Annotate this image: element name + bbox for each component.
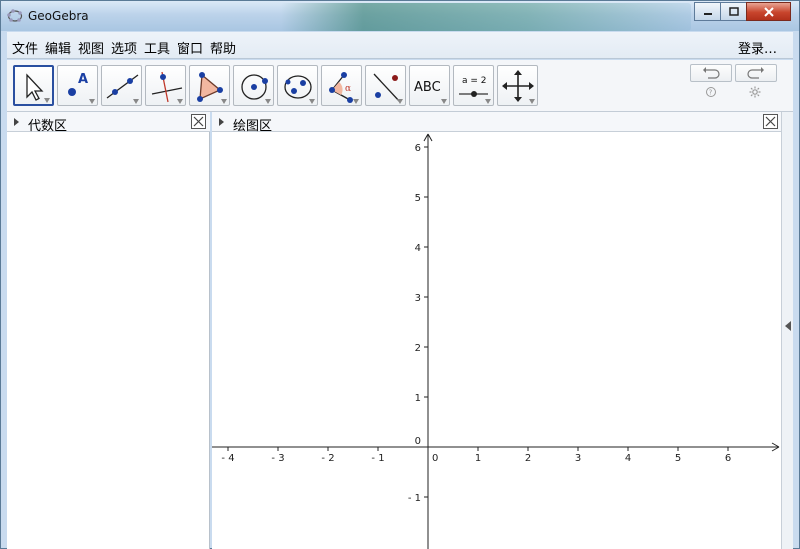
- maximize-icon: [728, 6, 739, 16]
- settings-gear-icon[interactable]: [749, 86, 761, 98]
- tool-ellipse[interactable]: [277, 65, 318, 106]
- tool-perpendicular[interactable]: [145, 65, 186, 106]
- y-tick-label: 2: [415, 343, 421, 354]
- slider-tool-label: a = 2: [462, 76, 487, 86]
- close-view-icon: [765, 116, 776, 127]
- tool-menu-arrow-icon: [265, 99, 271, 104]
- x-tick-label: 3: [575, 453, 581, 464]
- tool-menu-arrow-icon: [397, 99, 403, 104]
- algebra-view-header: 代数区: [7, 112, 210, 134]
- origin-label: 0: [415, 436, 421, 447]
- minimize-icon: [703, 12, 712, 15]
- y-tick-label: - 1: [408, 493, 421, 504]
- close-view-icon: [193, 116, 204, 127]
- y-tick-label: 3: [415, 293, 421, 304]
- tool-menu-arrow-icon: [529, 99, 535, 104]
- tool-slider[interactable]: a = 2: [453, 65, 494, 106]
- tool-circle[interactable]: [233, 65, 274, 106]
- menu-view[interactable]: 视图: [78, 38, 104, 57]
- x-tick-label: 0: [432, 453, 438, 464]
- title-bar-background: [281, 3, 691, 31]
- close-button[interactable]: [746, 2, 791, 21]
- help-icon[interactable]: ?: [705, 86, 717, 98]
- title-bar[interactable]: GeoGebra: [1, 1, 799, 31]
- close-icon: [763, 6, 774, 17]
- toolbar: A α ABC a = 2 ?: [7, 60, 793, 112]
- tool-reflect[interactable]: [365, 65, 406, 106]
- tool-menu-arrow-icon: [485, 99, 491, 104]
- tool-move[interactable]: [13, 65, 54, 106]
- tool-point[interactable]: A: [57, 65, 98, 106]
- menu-help[interactable]: 帮助: [210, 38, 236, 57]
- close-graphics-view-button[interactable]: [763, 114, 778, 129]
- side-panel-toggle[interactable]: [781, 112, 793, 549]
- x-tick-label: 6: [725, 453, 731, 464]
- y-tick-label: 4: [415, 243, 421, 254]
- tool-menu-arrow-icon: [44, 98, 50, 103]
- text-tool-label: ABC: [414, 80, 441, 95]
- redo-icon: [747, 67, 764, 79]
- menu-file[interactable]: 文件: [12, 38, 38, 57]
- window-controls: [694, 2, 791, 21]
- x-tick-label: - 4: [221, 453, 234, 464]
- maximize-button[interactable]: [720, 2, 747, 21]
- window-title: GeoGebra: [28, 9, 89, 23]
- menu-bar: 文件 编辑 视图 选项 工具 窗口 帮助 登录…: [7, 32, 793, 59]
- x-tick-label: 2: [525, 453, 531, 464]
- tool-menu-arrow-icon: [309, 99, 315, 104]
- tool-menu-arrow-icon: [133, 99, 139, 104]
- tool-menu-arrow-icon: [89, 99, 95, 104]
- redo-button[interactable]: [735, 64, 777, 82]
- tool-line[interactable]: [101, 65, 142, 106]
- undo-button[interactable]: [690, 64, 732, 82]
- close-algebra-view-button[interactable]: [191, 114, 206, 129]
- graphics-view-header: 绘图区: [212, 112, 781, 134]
- tool-move-graphics[interactable]: [497, 65, 538, 106]
- login-link[interactable]: 登录…: [738, 38, 777, 57]
- expand-arrow-icon[interactable]: [14, 118, 19, 126]
- tool-text[interactable]: ABC: [409, 65, 450, 106]
- undo-icon: [703, 67, 720, 79]
- y-tick-label: 6: [415, 143, 421, 154]
- algebra-view[interactable]: [7, 132, 210, 549]
- menu-edit[interactable]: 编辑: [45, 38, 71, 57]
- tool-menu-arrow-icon: [353, 99, 359, 104]
- x-tick-label: - 1: [371, 453, 384, 464]
- menu-tools[interactable]: 工具: [144, 38, 170, 57]
- tool-menu-arrow-icon: [177, 99, 183, 104]
- geogebra-window: GeoGebra 文件 编辑 视图 选项 工具 窗口 帮助 登录… A α AB…: [0, 0, 800, 549]
- tool-polygon[interactable]: [189, 65, 230, 106]
- angle-alpha-label: α: [345, 84, 351, 94]
- point-label-a: A: [78, 72, 88, 87]
- y-tick-label: 5: [415, 193, 421, 204]
- tool-menu-arrow-icon: [441, 99, 447, 104]
- tool-menu-arrow-icon: [221, 99, 227, 104]
- x-tick-label: 1: [475, 453, 481, 464]
- geogebra-logo-icon: [7, 9, 23, 22]
- expand-left-arrow-icon[interactable]: [785, 321, 791, 331]
- minimize-button[interactable]: [694, 2, 721, 21]
- menu-options[interactable]: 选项: [111, 38, 137, 57]
- graphics-view[interactable]: - 4 - 3 - 2 - 1 0 1 2 3 4 5 6 6 5 4 3 2 1 - 1 0: [212, 132, 781, 549]
- menu-window[interactable]: 窗口: [177, 38, 203, 57]
- y-tick-label: 1: [415, 393, 421, 404]
- svg-text:?: ?: [709, 89, 713, 97]
- tool-angle[interactable]: α: [321, 65, 362, 106]
- x-tick-label: 4: [625, 453, 631, 464]
- x-tick-label: - 3: [271, 453, 284, 464]
- x-tick-label: - 2: [321, 453, 334, 464]
- x-tick-label: 5: [675, 453, 681, 464]
- expand-arrow-icon[interactable]: [219, 118, 224, 126]
- coordinate-axes: - 4 - 3 - 2 - 1 0 1 2 3 4 5 6 6 5 4 3 2 1 - 1 0: [212, 133, 780, 549]
